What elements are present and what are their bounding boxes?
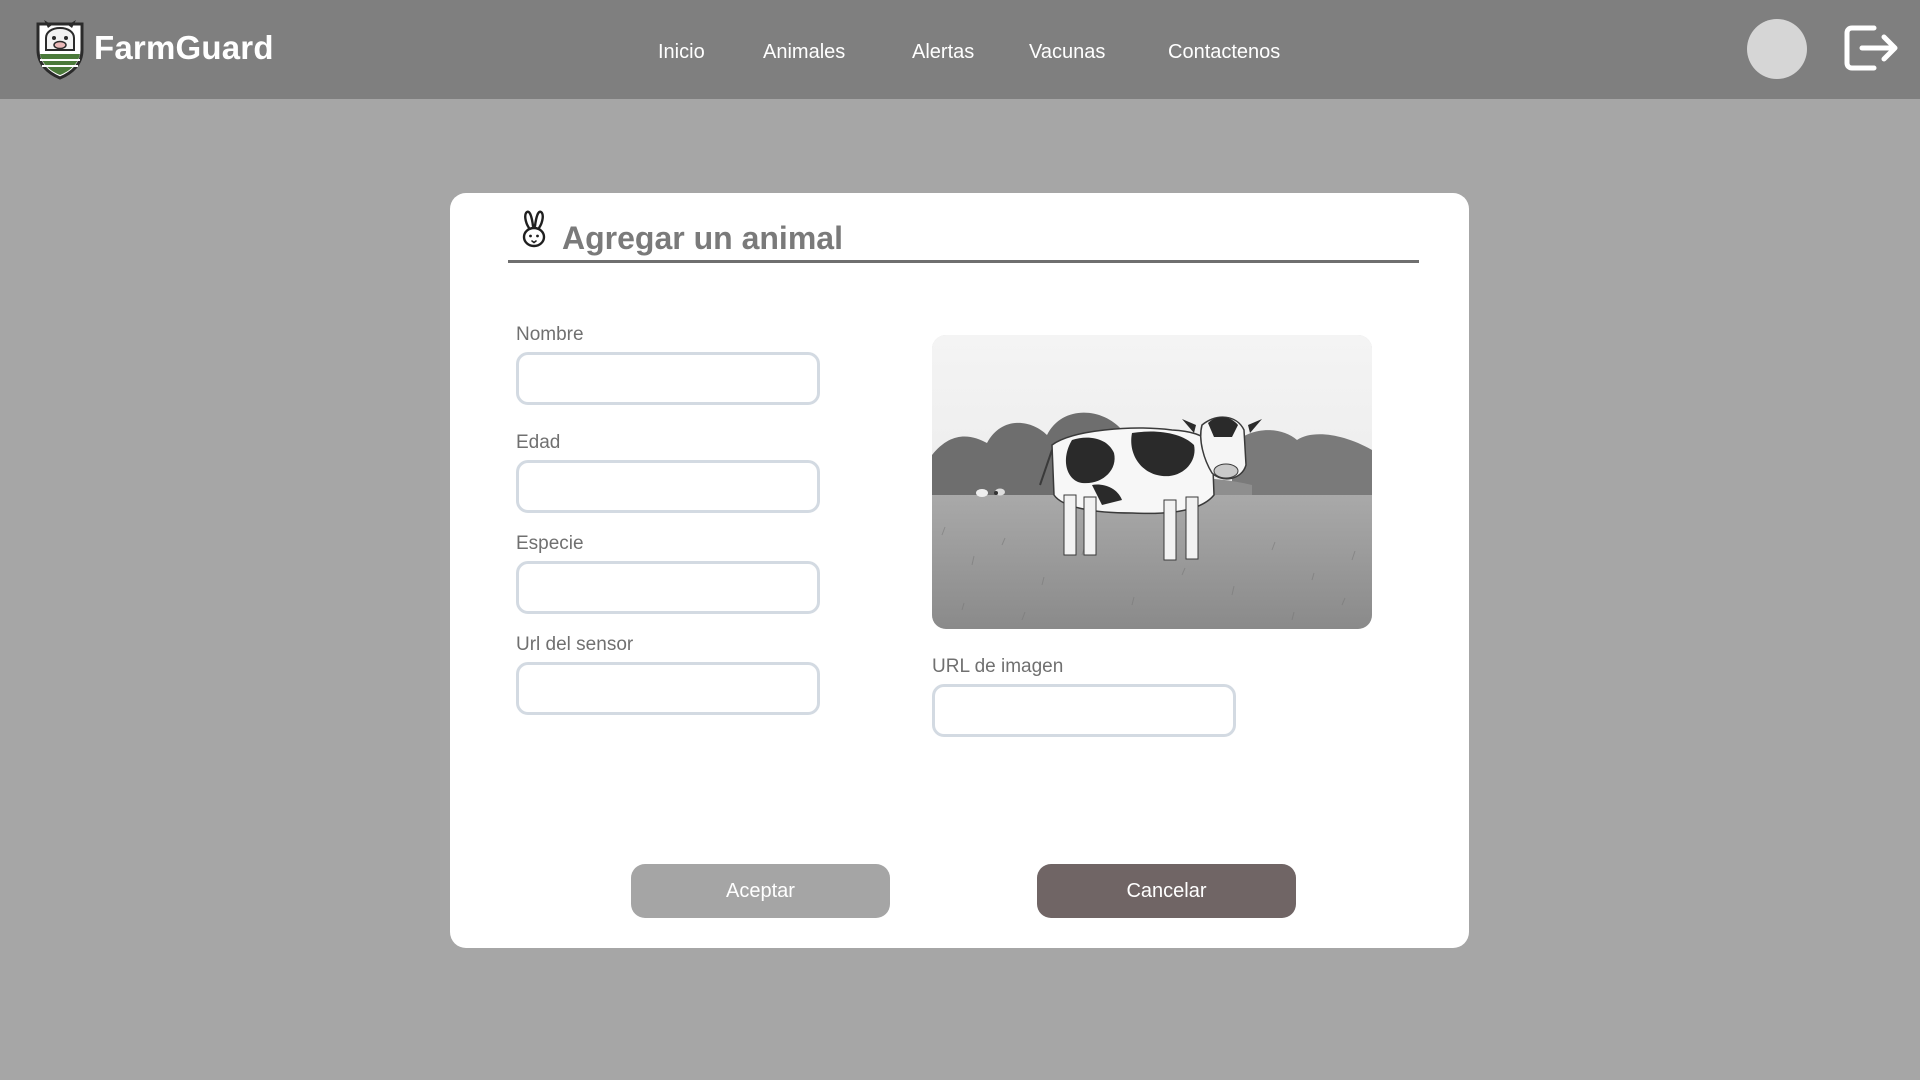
rabbit-icon: [522, 210, 546, 248]
sensor-url-label: Url del sensor: [516, 634, 634, 655]
sensor-url-input[interactable]: [516, 662, 820, 715]
image-url-label: URL de imagen: [932, 656, 1064, 677]
brand-name: FarmGuard: [94, 29, 274, 66]
animal-photo: [932, 335, 1372, 629]
add-animal-dialog: Agregar un animal Nombre Edad Especie Ur…: [450, 193, 1469, 948]
nav-link-animales[interactable]: Animales: [763, 38, 845, 66]
top-navbar: FarmGuard Inicio Animales Alertas Vacuna…: [0, 0, 1920, 99]
farm-shield-icon: [36, 20, 84, 80]
dialog-header: Agregar un animal: [508, 210, 1419, 263]
accept-button[interactable]: Aceptar: [631, 864, 890, 918]
nav-link-contactenos[interactable]: Contactenos: [1168, 38, 1280, 66]
cancel-button[interactable]: Cancelar: [1037, 864, 1296, 918]
edad-label: Edad: [516, 432, 561, 453]
especie-input[interactable]: [516, 561, 820, 614]
nombre-label: Nombre: [516, 324, 584, 345]
edad-input[interactable]: [516, 460, 820, 513]
user-avatar[interactable]: [1747, 19, 1807, 79]
dialog-title: Agregar un animal: [562, 220, 843, 256]
especie-label: Especie: [516, 533, 584, 554]
nav-link-vacunas[interactable]: Vacunas: [1029, 38, 1105, 66]
nav-link-inicio[interactable]: Inicio: [658, 38, 705, 66]
logout-icon[interactable]: [1844, 22, 1900, 74]
nav-link-alertas[interactable]: Alertas: [912, 38, 974, 66]
brand[interactable]: FarmGuard: [34, 14, 274, 82]
cow-photo-image: [932, 335, 1372, 629]
image-url-input[interactable]: [932, 684, 1236, 737]
nombre-input[interactable]: [516, 352, 820, 405]
